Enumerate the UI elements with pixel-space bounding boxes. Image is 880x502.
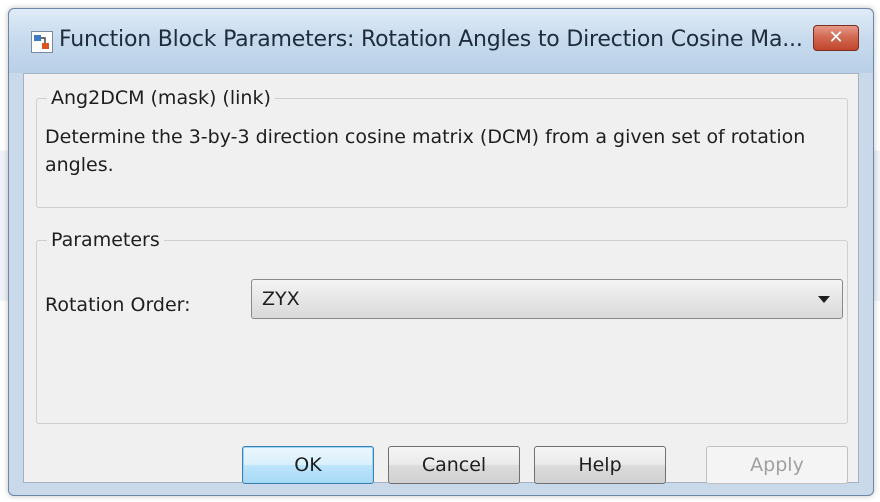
parameters-group-legend: Parameters (47, 229, 164, 251)
rotation-order-label: Rotation Order: (45, 294, 191, 316)
chevron-down-icon (818, 296, 830, 303)
close-icon: ✕ (828, 27, 844, 48)
dialog-content: Ang2DCM (mask) (link) Determine the 3-by… (23, 73, 859, 484)
close-button[interactable]: ✕ (813, 25, 859, 51)
window-title: Function Block Parameters: Rotation Angl… (59, 27, 803, 52)
mask-description-group: Ang2DCM (mask) (link) Determine the 3-by… (36, 87, 848, 208)
rotation-order-value: ZYX (262, 288, 300, 310)
mask-description: Determine the 3-by-3 direction cosine ma… (45, 126, 806, 176)
ok-button[interactable]: OK (242, 446, 374, 484)
parameters-group: Parameters Rotation Order: ZYX (36, 229, 848, 424)
title-bar[interactable]: Function Block Parameters: Rotation Angl… (9, 9, 873, 73)
help-button[interactable]: Help (534, 446, 666, 484)
simulink-block-icon (31, 31, 53, 53)
apply-button[interactable]: Apply (706, 446, 848, 484)
rotation-order-select[interactable]: ZYX (251, 279, 843, 319)
dialog-window: Function Block Parameters: Rotation Angl… (8, 8, 874, 496)
mask-group-legend: Ang2DCM (mask) (link) (47, 87, 275, 109)
cancel-button[interactable]: Cancel (388, 446, 520, 484)
